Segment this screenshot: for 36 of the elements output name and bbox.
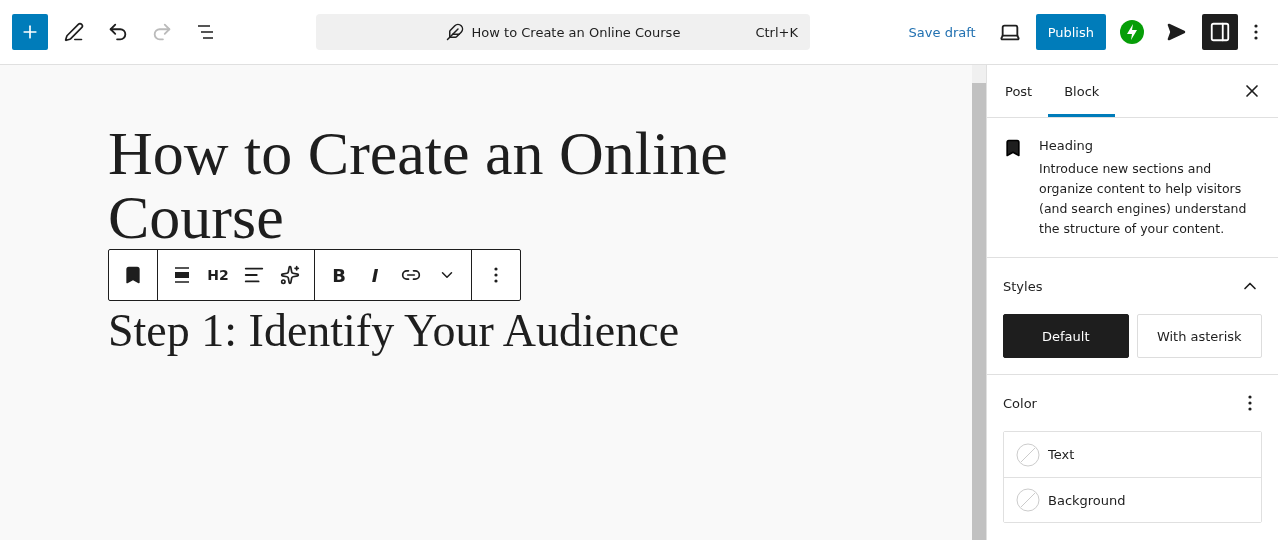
heading-level-button[interactable]: H2 (200, 257, 236, 293)
save-draft-button[interactable]: Save draft (900, 14, 984, 50)
sidebar-tab[interactable]: Block (1048, 65, 1116, 117)
style-option[interactable]: Default (1003, 314, 1129, 358)
panel-title: Color (1003, 395, 1037, 411)
block-name: Heading (1039, 138, 1095, 153)
add-block-button[interactable] (12, 14, 48, 50)
empty-swatch-icon (1016, 488, 1040, 512)
bookmark-icon (123, 265, 143, 285)
style-option[interactable]: With asterisk (1136, 314, 1262, 358)
sidebar-icon (1209, 21, 1231, 43)
feather-icon (445, 23, 464, 41)
bold-button[interactable]: B (321, 257, 357, 293)
send-icon (1166, 22, 1186, 42)
block-description: Introduce new sections and organize content to help visitors (and search engines) understand the structure of your content. (1039, 160, 1248, 238)
undo-icon (107, 21, 129, 43)
pen-icon (64, 22, 84, 42)
sidebar-tab[interactable]: Post (989, 65, 1049, 117)
more-icon (1254, 24, 1258, 40)
color-setting[interactable]: Background (1004, 477, 1261, 522)
bolt-circle-icon (1120, 20, 1144, 44)
panel-title: Styles (1003, 278, 1043, 294)
scrollbar-thumb[interactable] (972, 83, 986, 540)
publish-button[interactable]: Publish (1035, 14, 1106, 50)
more-icon (1248, 395, 1252, 411)
heading-text[interactable]: Step 1: Identify Your Audience (108, 305, 680, 357)
post-title[interactable]: How to Create an Online Course (108, 121, 808, 249)
empty-swatch-icon (1016, 442, 1040, 467)
italic-button[interactable]: I (357, 257, 393, 293)
command-bar[interactable]: How to Create an Online Course Ctrl+K (316, 14, 810, 50)
settings-button[interactable] (1202, 14, 1238, 50)
sparkle-icon (280, 265, 300, 285)
redo-icon (151, 21, 173, 43)
more-icon (494, 267, 498, 283)
shortcut-label: Ctrl+K (755, 24, 798, 40)
bookmark-icon (1003, 138, 1023, 158)
